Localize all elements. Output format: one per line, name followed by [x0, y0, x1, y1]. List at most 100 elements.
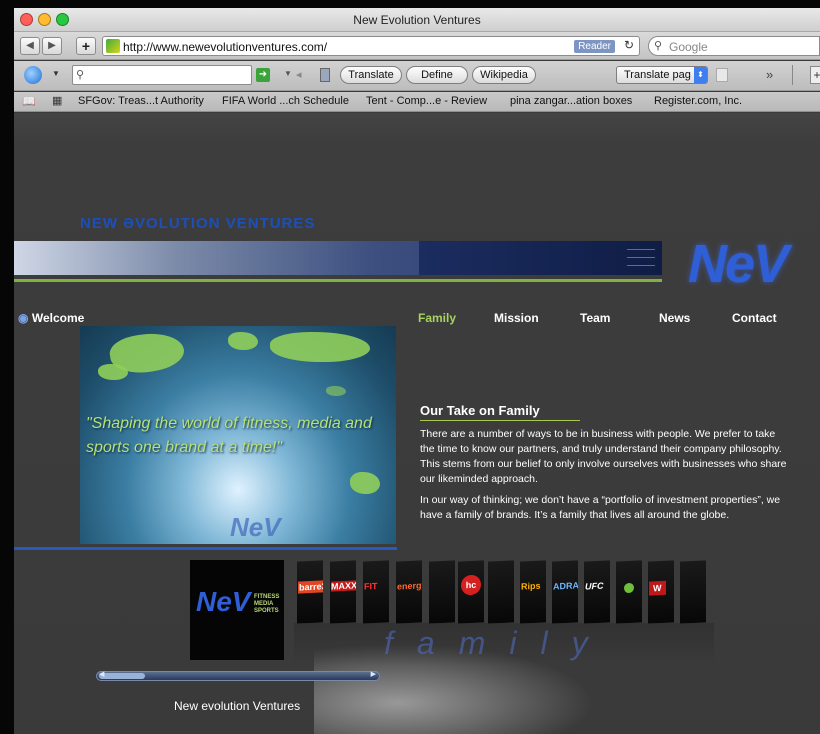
grid-icon[interactable]: ▦ — [52, 94, 62, 107]
search-icon: ⚲ — [654, 40, 663, 52]
plus-icon: + — [81, 38, 91, 54]
web-page: NEW ƏVOLUTION VENTURES NeV ◉ Welcome Fam… — [14, 113, 820, 734]
reader-button[interactable]: Reader — [574, 40, 615, 53]
window-title: New Evolution Ventures — [353, 13, 481, 27]
brand-tile-fit[interactable]: FIT — [363, 560, 389, 624]
forward-arrow-icon: ▶ — [48, 40, 56, 51]
translate-page-select[interactable]: Translate pag ⬍ — [616, 66, 708, 84]
dropdown-arrow-icon[interactable]: ▼ — [284, 69, 292, 78]
toolbar-logo-icon[interactable] — [24, 66, 42, 84]
brand-label: W — [649, 580, 666, 596]
bookmark-item[interactable]: Register.com, Inc. — [654, 95, 742, 107]
select-arrows-icon: ⬍ — [694, 67, 707, 83]
nav-news[interactable]: News — [659, 311, 690, 325]
brand-tile-ufc[interactable]: UFC — [584, 560, 610, 624]
toolbar-search-input[interactable]: ⚲ — [72, 65, 252, 85]
brand-tile-maxxim[interactable]: MAXXIM — [330, 560, 356, 624]
title-bar: New Evolution Ventures — [14, 8, 820, 32]
brand-label: hc — [461, 574, 481, 596]
globe-accent-line — [14, 547, 397, 550]
define-button[interactable]: Define — [406, 66, 468, 84]
brand-label: UFC — [585, 580, 604, 592]
alaska-shape — [98, 364, 128, 380]
brand-label: ADRA — [553, 580, 578, 592]
header-banner-dark — [419, 241, 662, 275]
asia-shape — [326, 386, 346, 396]
google-search-field[interactable]: ⚲ Google — [648, 36, 820, 56]
eurasia-shape — [270, 332, 370, 362]
nav-welcome-label: Welcome — [31, 311, 85, 325]
nav-contact[interactable]: Contact — [732, 311, 777, 325]
new-tab-button[interactable]: + — [810, 66, 820, 84]
globe-nev-watermark: NeV — [230, 512, 281, 542]
brand-label: barre3 — [298, 580, 323, 594]
browser-window: New Evolution Ventures ◀ ▶ + http://www.… — [14, 8, 820, 734]
nav-mission[interactable]: Mission — [494, 311, 539, 325]
wikipedia-button[interactable]: Wikipedia — [472, 66, 536, 84]
bullet-icon: ◉ — [18, 311, 29, 325]
scrollbar-thumb[interactable] — [99, 673, 145, 679]
brand-tile-last[interactable] — [680, 560, 706, 624]
family-paragraph-2: In our way of thinking; we don’t have a … — [420, 494, 781, 521]
brand-tile-w[interactable]: W — [648, 560, 674, 624]
brand-carousel-scrollbar[interactable]: ◀ ▶ — [96, 671, 380, 681]
family-paragraph-1: There are a number of ways to be in busi… — [420, 428, 787, 485]
search-placeholder: Google — [669, 40, 708, 54]
extension-toolbar: ▼ ⚲ ➜ ▼ ◂ Translate Define Wikipedia Tra… — [14, 61, 820, 91]
banner-accent-line — [14, 279, 662, 282]
document-icon[interactable] — [716, 68, 728, 82]
site-favicon-icon — [106, 39, 120, 53]
bookmark-item[interactable]: Tent - Comp...e - Review — [366, 95, 487, 107]
go-arrow-icon[interactable]: ➜ — [256, 68, 270, 82]
bookmark-item[interactable]: pina zangar...ation boxes — [510, 95, 632, 107]
brand-tile-rips[interactable]: Rips — [520, 560, 546, 624]
bookmarks-bar: 📖 ▦ SFGov: Treas...t Authority FIFA Worl… — [14, 92, 820, 112]
globe-image: "Shaping the world of fitness, media and… — [80, 326, 396, 544]
dropdown-arrow-icon[interactable]: ▼ — [52, 69, 60, 78]
globe-quote: "Shaping the world of fitness, media and… — [86, 415, 372, 456]
site-brand-title[interactable]: NEW ƏVOLUTION VENTURES — [80, 215, 315, 232]
scroll-left-icon[interactable]: ◀ — [99, 670, 104, 678]
toolbar-divider — [792, 65, 793, 85]
family-heading: Our Take on Family — [420, 403, 540, 418]
back-button[interactable]: ◀ — [20, 37, 40, 55]
green-dot-icon — [624, 582, 634, 594]
nev-card-subtitle: FITNESS MEDIA SPORTS — [254, 594, 280, 614]
brand-tile-dark[interactable] — [488, 560, 514, 624]
translate-button[interactable]: Translate — [340, 66, 402, 84]
more-chevron-icon[interactable]: » — [766, 67, 773, 82]
brand-tile-hc[interactable]: hc — [458, 560, 484, 624]
brand-tile-energy[interactable]: energy — [396, 560, 422, 624]
address-bar: ◀ ▶ + http://www.newevolutionventures.co… — [14, 32, 820, 60]
family-word-reflection: family — [384, 625, 612, 661]
page-icon[interactable] — [320, 68, 330, 82]
translate-select-value: Translate pag — [624, 69, 691, 81]
brand-label: Rips — [521, 580, 541, 592]
nav-family[interactable]: Family — [418, 311, 456, 325]
forward-button[interactable]: ▶ — [42, 37, 62, 55]
screen-frame: New Evolution Ventures ◀ ▶ + http://www.… — [0, 0, 820, 734]
nev-brand-card[interactable]: NeV FITNESS MEDIA SPORTS — [190, 560, 284, 660]
nev-card-logo: NeV — [196, 586, 251, 617]
reload-icon[interactable]: ↻ — [624, 38, 634, 52]
brand-label: FIT — [364, 580, 378, 592]
brand-tile-barre3[interactable]: barre3 — [297, 560, 323, 624]
url-field[interactable]: http://www.newevolutionventures.com/ Rea… — [102, 36, 640, 56]
highlight-icon[interactable]: ◂ — [296, 68, 302, 81]
brand-label: MAXXIM — [331, 579, 356, 592]
nav-team[interactable]: Team — [580, 311, 610, 325]
open-book-icon[interactable]: 📖 — [22, 95, 36, 108]
brand-tile-adra[interactable]: ADRA — [552, 560, 578, 624]
nev-logo[interactable]: NeV — [688, 233, 789, 295]
heading-underline — [420, 420, 580, 421]
brand-label: energy — [397, 580, 422, 592]
bookmark-item[interactable]: FIFA World ...ch Schedule — [222, 95, 349, 107]
add-bookmark-button[interactable]: + — [76, 37, 96, 55]
scroll-right-icon[interactable]: ▶ — [371, 670, 376, 678]
nav-welcome[interactable]: ◉ Welcome — [18, 311, 84, 325]
search-icon: ⚲ — [76, 69, 85, 81]
bookmark-item[interactable]: SFGov: Treas...t Authority — [78, 95, 204, 107]
url-text: http://www.newevolutionventures.com/ — [123, 40, 328, 54]
brand-tile-blank[interactable] — [429, 560, 455, 624]
brand-tile-green[interactable] — [616, 560, 642, 624]
